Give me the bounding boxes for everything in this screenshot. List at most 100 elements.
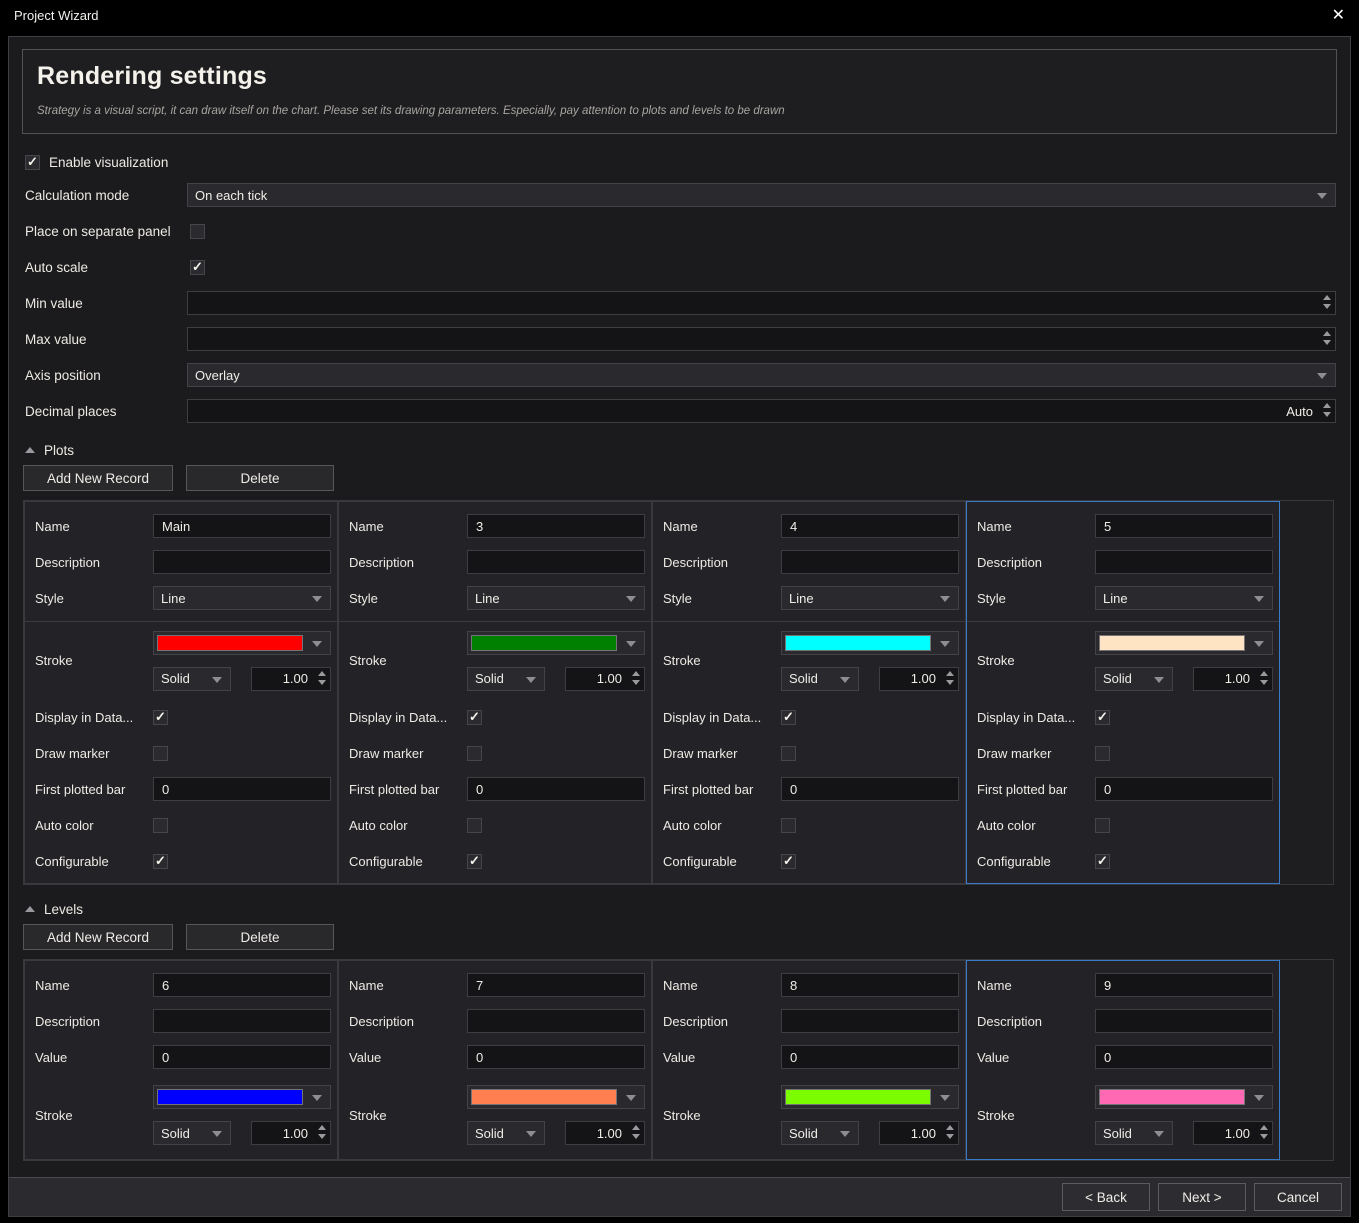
first-plotted-bar-input[interactable] (153, 777, 331, 801)
configurable-checkbox[interactable] (781, 854, 796, 869)
display-in-data-checkbox[interactable] (781, 710, 796, 725)
plot-description-input[interactable] (781, 550, 959, 574)
stroke-width-spinner[interactable] (1260, 671, 1268, 685)
level-card[interactable]: Name Description Value Stroke Solid (652, 960, 966, 1160)
plot-card[interactable]: Name Description Style Line Stroke Solid (338, 501, 652, 884)
chevron-down-icon (526, 1131, 536, 1137)
stroke-style-dropdown[interactable]: Solid (153, 1121, 231, 1145)
plot-style-dropdown[interactable]: Line (467, 586, 645, 610)
level-name-input[interactable] (153, 973, 331, 997)
stroke-style-dropdown[interactable]: Solid (1095, 1121, 1173, 1145)
max-value-spinner[interactable] (1323, 331, 1331, 345)
display-in-data-checkbox[interactable] (467, 710, 482, 725)
level-value-input[interactable] (1095, 1045, 1273, 1069)
plot-style-dropdown[interactable]: Line (1095, 586, 1273, 610)
place-on-separate-panel-checkbox[interactable] (190, 224, 205, 239)
plot-name-input[interactable] (1095, 514, 1273, 538)
stroke-width-spinner[interactable] (318, 671, 326, 685)
configurable-checkbox[interactable] (1095, 854, 1110, 869)
stroke-color-dropdown[interactable] (153, 1085, 331, 1109)
levels-delete-button[interactable]: Delete (186, 924, 334, 950)
level-value-input[interactable] (153, 1045, 331, 1069)
plot-style-dropdown[interactable]: Line (153, 586, 331, 610)
plots-add-new-record-button[interactable]: Add New Record (23, 465, 173, 491)
levels-add-new-record-button[interactable]: Add New Record (23, 924, 173, 950)
back-button[interactable]: < Back (1062, 1183, 1150, 1211)
stroke-style-dropdown[interactable]: Solid (781, 667, 859, 691)
stroke-width-spinner[interactable] (632, 1125, 640, 1139)
plots-delete-button[interactable]: Delete (186, 465, 334, 491)
collapse-icon (25, 447, 35, 453)
level-name-input[interactable] (467, 973, 645, 997)
level-value-input[interactable] (467, 1045, 645, 1069)
levels-section-header[interactable]: Levels (25, 898, 1350, 920)
draw-marker-checkbox[interactable] (153, 746, 168, 761)
stroke-style-dropdown[interactable]: Solid (467, 1121, 545, 1145)
configurable-checkbox[interactable] (467, 854, 482, 869)
plot-style-dropdown[interactable]: Line (781, 586, 959, 610)
level-description-input[interactable] (1095, 1009, 1273, 1033)
plot-description-input[interactable] (1095, 550, 1273, 574)
axis-position-dropdown[interactable]: Overlay (187, 363, 1336, 387)
stroke-color-dropdown[interactable] (467, 1085, 645, 1109)
plots-section-header[interactable]: Plots (25, 439, 1350, 461)
stroke-style-dropdown[interactable]: Solid (1095, 667, 1173, 691)
draw-marker-checkbox[interactable] (467, 746, 482, 761)
auto-color-checkbox[interactable] (467, 818, 482, 833)
calculation-mode-dropdown[interactable]: On each tick (187, 183, 1336, 207)
stroke-style-dropdown[interactable]: Solid (153, 667, 231, 691)
stroke-width-spinner[interactable] (946, 671, 954, 685)
auto-color-checkbox[interactable] (781, 818, 796, 833)
stroke-width-spinner[interactable] (632, 671, 640, 685)
plot-name-input[interactable] (781, 514, 959, 538)
stroke-width-spinner[interactable] (946, 1125, 954, 1139)
plot-description-input[interactable] (153, 550, 331, 574)
level-card[interactable]: Name Description Value Stroke Solid (338, 960, 652, 1160)
level-description-input[interactable] (153, 1009, 331, 1033)
stroke-color-dropdown[interactable] (781, 631, 959, 655)
plot-name-input[interactable] (153, 514, 331, 538)
min-value-input[interactable] (187, 291, 1336, 315)
level-name-input[interactable] (781, 973, 959, 997)
stroke-width-spinner[interactable] (318, 1125, 326, 1139)
cancel-button[interactable]: Cancel (1254, 1183, 1342, 1211)
stroke-color-dropdown[interactable] (153, 631, 331, 655)
close-icon[interactable]: ✕ (1332, 8, 1345, 24)
draw-marker-checkbox[interactable] (781, 746, 796, 761)
stroke-color-dropdown[interactable] (1095, 1085, 1273, 1109)
auto-color-checkbox[interactable] (153, 818, 168, 833)
stroke-width-spinner[interactable] (1260, 1125, 1268, 1139)
next-button[interactable]: Next > (1158, 1183, 1246, 1211)
plot-name-input[interactable] (467, 514, 645, 538)
decimal-places-spinner[interactable] (1323, 403, 1331, 417)
auto-color-checkbox[interactable] (1095, 818, 1110, 833)
first-plotted-bar-input[interactable] (1095, 777, 1273, 801)
first-plotted-bar-input[interactable] (467, 777, 645, 801)
auto-scale-checkbox[interactable] (190, 260, 205, 275)
display-in-data-checkbox[interactable] (1095, 710, 1110, 725)
draw-marker-checkbox[interactable] (1095, 746, 1110, 761)
configurable-checkbox[interactable] (153, 854, 168, 869)
level-card[interactable]: Name Description Value Stroke Solid (966, 960, 1280, 1160)
level-description-input[interactable] (467, 1009, 645, 1033)
plot-card[interactable]: Name Description Style Line Stroke Solid (24, 501, 338, 884)
level-value-input[interactable] (781, 1045, 959, 1069)
stroke-style-dropdown[interactable]: Solid (781, 1121, 859, 1145)
level-description-input[interactable] (781, 1009, 959, 1033)
decimal-places-input[interactable] (187, 399, 1336, 423)
max-value-input[interactable] (187, 327, 1336, 351)
first-plotted-bar-input[interactable] (781, 777, 959, 801)
level-card[interactable]: Name Description Value Stroke Solid (24, 960, 338, 1160)
plot-card[interactable]: Name Description Style Line Stroke Solid (966, 501, 1280, 884)
stroke-color-dropdown[interactable] (467, 631, 645, 655)
plot-description-input[interactable] (467, 550, 645, 574)
stroke-color-dropdown[interactable] (1095, 631, 1273, 655)
level-name-input[interactable] (1095, 973, 1273, 997)
stroke-color-dropdown[interactable] (781, 1085, 959, 1109)
enable-visualization-checkbox[interactable] (25, 155, 40, 170)
plot-card[interactable]: Name Description Style Line Stroke Solid (652, 501, 966, 884)
display-in-data-checkbox[interactable] (153, 710, 168, 725)
stroke-style-dropdown[interactable]: Solid (467, 667, 545, 691)
draw-marker-label: Draw marker (35, 746, 153, 761)
min-value-spinner[interactable] (1323, 295, 1331, 309)
